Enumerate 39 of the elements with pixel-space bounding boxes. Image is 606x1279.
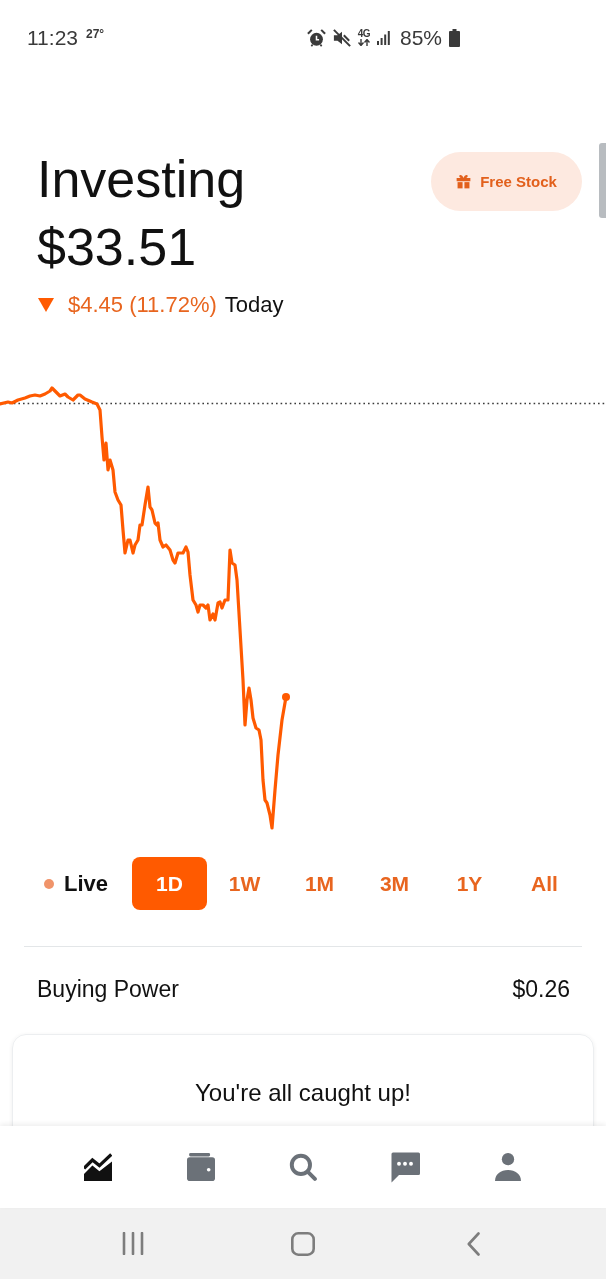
free-stock-button[interactable]: Free Stock: [431, 152, 582, 211]
network-type: 4G: [357, 29, 370, 39]
period-tab[interactable]: 1D: [132, 857, 207, 910]
back-chevron-icon: [466, 1231, 480, 1256]
recent-apps-icon: [122, 1232, 144, 1255]
alarm-clock-icon: [306, 28, 326, 47]
price-end-point: [282, 693, 290, 701]
nav-tab[interactable]: [84, 1153, 113, 1181]
page-title: Investing: [37, 149, 246, 209]
status-temperature: 27°: [86, 26, 105, 41]
period-tab[interactable]: 1M: [282, 857, 357, 910]
change-amount: $4.45 (11.72%): [68, 291, 217, 319]
back-button[interactable]: [466, 1231, 480, 1256]
home-icon: [291, 1231, 315, 1256]
person-icon: [493, 1153, 522, 1181]
battery-icon: [449, 28, 460, 47]
mute-icon: [332, 28, 351, 47]
recent-apps-button[interactable]: [122, 1232, 144, 1255]
period-tab[interactable]: 1W: [207, 857, 282, 910]
data-arrows-icon: [357, 39, 370, 46]
portfolio-balance: $33.51: [37, 217, 198, 277]
period-tab[interactable]: 3M: [357, 857, 432, 910]
chat-bubble-icon: [390, 1150, 421, 1184]
live-label: Live: [64, 870, 109, 897]
live-dot-icon: [44, 878, 54, 889]
status-time: 11:23: [27, 25, 78, 50]
caught-up-message: You're all caught up!: [194, 1078, 412, 1108]
change-period: Today: [224, 291, 284, 319]
wallet-icon: [186, 1153, 215, 1181]
trend-chart-icon: [84, 1153, 113, 1181]
period-tab[interactable]: All: [507, 857, 582, 910]
battery-percent: 85%: [399, 25, 442, 50]
buying-power-value: $0.26: [512, 975, 570, 1003]
gift-icon: [456, 174, 472, 189]
period-tab[interactable]: 1Y: [432, 857, 507, 910]
buying-power-label: Buying Power: [37, 975, 179, 1003]
search-icon: [289, 1153, 317, 1181]
home-button[interactable]: [291, 1231, 315, 1256]
signal-bars-icon: [376, 30, 390, 45]
